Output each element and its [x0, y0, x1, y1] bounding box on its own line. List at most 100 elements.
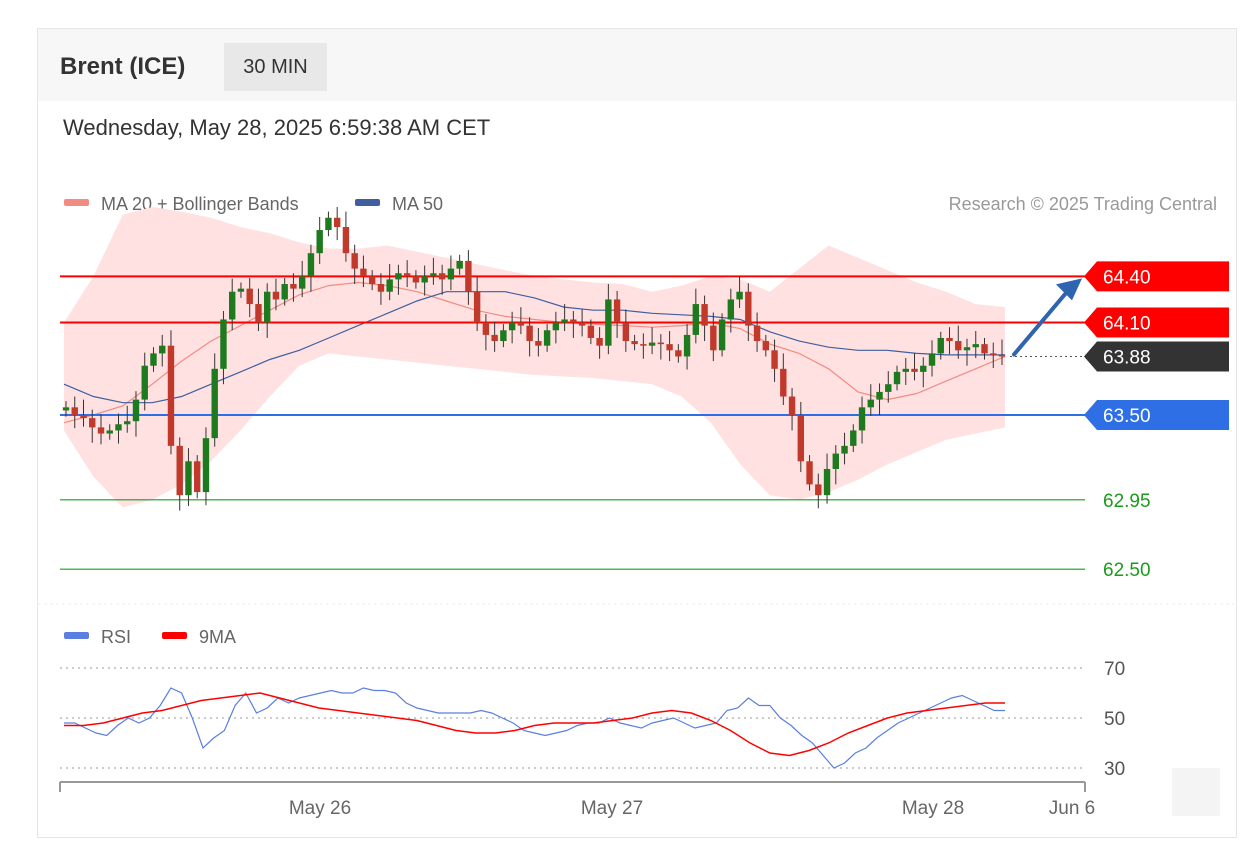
candle-body [150, 353, 157, 366]
x-tick-label: May 28 [902, 798, 964, 819]
candle-body [902, 368, 909, 372]
level-label-62.50: 62.50 [1103, 560, 1151, 581]
candle-body [928, 353, 936, 366]
candle-body [675, 350, 682, 357]
candle-body [745, 291, 752, 326]
rsi-legend-label-0: RSI [101, 627, 131, 647]
candle-body [430, 273, 437, 277]
candle-body [159, 345, 166, 354]
candle-body [403, 273, 411, 277]
candle-body [701, 304, 708, 326]
research-credit: Research © 2025 Trading Central [949, 194, 1217, 214]
candle-body [605, 299, 612, 346]
candle-body [526, 325, 533, 342]
level-label-text: 64.40 [1103, 267, 1151, 288]
candle-body [622, 322, 630, 342]
candle-body [981, 344, 988, 354]
level-label-64.10: 64.10 [1084, 307, 1229, 338]
candle-body [736, 291, 743, 300]
candle-body [473, 291, 481, 323]
candle-body [185, 461, 192, 496]
candle-body [281, 284, 288, 300]
candle-body [80, 415, 87, 419]
rsi-panel: RSI 9MA 70 50 30 May 26 May 27 May 28 Jun 6 [59, 627, 1220, 819]
candle-body [421, 276, 428, 283]
candle-body [587, 325, 595, 338]
candle-body [972, 344, 979, 348]
candle-body [806, 461, 813, 485]
candle-body [456, 260, 463, 269]
candle-body [648, 342, 656, 346]
candle-body [246, 288, 253, 305]
level-label-text: 64.10 [1103, 314, 1151, 335]
candle-body [124, 421, 131, 425]
candle-body [867, 399, 874, 408]
x-axis: May 26 May 27 May 28 Jun 6 [59, 781, 1095, 819]
candle-body [893, 371, 901, 385]
candle-body [202, 438, 210, 493]
candle-body [911, 368, 918, 372]
candle-body [333, 217, 341, 227]
candle-body [753, 325, 761, 342]
candle [333, 206, 341, 241]
level-label-64.40: 64.40 [1084, 261, 1229, 292]
candle-body [438, 273, 446, 280]
rsi-legend-swatch-0 [64, 632, 89, 639]
candle-body [115, 424, 122, 431]
candle-body [263, 291, 271, 323]
candle-body [683, 334, 691, 357]
candle-body [272, 291, 280, 300]
candle-body [797, 415, 805, 462]
rsi-tick-70: 70 [1104, 659, 1125, 680]
candle-body [788, 396, 796, 416]
legend-swatch-0 [64, 199, 89, 206]
candle-body [351, 253, 358, 269]
candle-body [543, 330, 551, 346]
candle-body [998, 354, 1006, 357]
candle-body [718, 319, 726, 351]
candle-body [666, 344, 673, 351]
candle-body [395, 273, 402, 280]
candle-body [386, 279, 393, 292]
candle-body [342, 226, 350, 254]
candle-body [508, 322, 516, 331]
candle-body [780, 368, 787, 397]
candle-body [465, 260, 472, 292]
candle-body [815, 484, 822, 496]
candle-body [657, 342, 665, 345]
candle-body [307, 253, 315, 277]
candle-body [482, 322, 490, 335]
candle-body [255, 304, 262, 323]
rsi-legend-swatch-1 [162, 632, 187, 639]
candle-body [561, 319, 568, 323]
candle-body [990, 353, 997, 355]
legend-label-1: MA 50 [392, 194, 443, 214]
rsi-tick-30: 30 [1104, 759, 1125, 780]
level-label-text: 63.88 [1103, 347, 1151, 368]
level-label-text: 62.95 [1103, 491, 1151, 512]
candle-body [858, 407, 866, 431]
candle-body [885, 384, 892, 392]
forecast-arrow-head [1056, 278, 1082, 301]
x-tick-label: Jun 6 [1049, 798, 1095, 819]
candle-body [771, 350, 778, 369]
candle-body [298, 276, 306, 289]
candle-body [167, 345, 175, 446]
candle-body [141, 365, 148, 400]
legend-label-0: MA 20 + Bollinger Bands [101, 194, 299, 214]
price-legend: MA 20 + Bollinger Bands MA 50 [64, 194, 443, 214]
candle-body [946, 337, 953, 342]
candle-body [106, 430, 113, 434]
level-label-62.95: 62.95 [1103, 491, 1151, 512]
candle-body [578, 322, 586, 326]
candle-body [850, 430, 857, 446]
candle-body [176, 445, 183, 496]
candle-body [194, 461, 201, 493]
candle-body [535, 341, 542, 346]
rsi-tick-50: 50 [1104, 709, 1125, 730]
candle-body [517, 322, 525, 326]
candle-body [640, 344, 647, 346]
candle-body [447, 268, 455, 280]
candle-body [220, 319, 227, 369]
candle-body [316, 230, 323, 254]
